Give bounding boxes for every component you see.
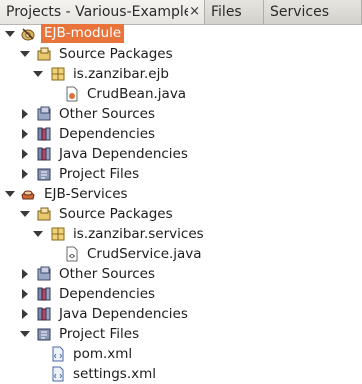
tree-node-label: is.zanzibar.ejb [73,66,169,82]
tree-node-label: Project Files [59,166,140,182]
expand-toggle-icon[interactable] [33,71,43,77]
expand-toggle-icon[interactable] [33,231,43,237]
package-icon [51,67,65,81]
tab-files[interactable]: Files [205,0,264,24]
collapse-toggle-icon[interactable] [22,149,28,159]
source-packages-icon [37,47,51,61]
collapse-toggle-icon[interactable] [22,169,28,179]
tree-node-label: pom.xml [73,346,133,362]
tree-node-label: EJB-Services [44,186,128,202]
expand-toggle-icon[interactable] [20,211,30,217]
tree-node-label: is.zanzibar.services [73,226,204,242]
tree-node-label: CrudBean.java [87,86,187,102]
collapse-toggle-icon[interactable] [22,269,28,279]
expand-toggle-icon[interactable] [5,191,15,197]
ejb-module-icon [21,28,35,41]
collapse-toggle-icon[interactable] [22,109,28,119]
tree-node-label: EJB-module [41,24,125,43]
ejb-services-icon [21,190,35,200]
library-icon [37,307,51,321]
expand-toggle-icon[interactable] [5,31,15,37]
library-icon [37,287,51,301]
close-tab-icon[interactable]: × [189,0,200,24]
library-icon [37,127,51,141]
tree-node-label: CrudService.java [87,246,202,262]
expand-toggle-icon[interactable] [20,51,30,57]
tree-node-label: settings.xml [73,366,157,382]
tab-projects-label: Projects - Various-Examples [6,4,188,20]
tree-node-label: Java Dependencies [59,306,188,322]
tree-node-label: Source Packages [59,206,173,222]
tree-node-label: Dependencies [59,126,156,142]
tree-node-label: Project Files [59,326,140,342]
project-files-icon [37,328,51,341]
java-bean-file-icon [66,86,78,102]
collapse-toggle-icon[interactable] [22,309,28,319]
tree-node-label: Other Sources [59,106,156,122]
xml-file-icon [52,366,64,382]
library-icon [37,147,51,161]
other-sources-icon [37,106,51,121]
tab-services[interactable]: Services [264,0,362,24]
tree-node-label: Dependencies [59,286,156,302]
tab-bar: Projects - Various-Examples × Files Serv… [0,0,362,25]
other-sources-icon [37,266,51,281]
collapse-toggle-icon[interactable] [22,129,28,139]
project-files-icon [37,168,51,181]
tree-node-label: Source Packages [59,46,173,62]
java-interface-file-icon [66,246,78,262]
expand-toggle-icon[interactable] [20,331,30,337]
tree-node-label: Other Sources [59,266,156,282]
tab-services-label: Services [270,4,330,20]
source-packages-icon [37,207,51,221]
xml-file-icon [52,346,64,362]
package-icon [51,227,65,241]
tab-projects[interactable]: Projects - Various-Examples × [0,0,205,24]
tab-files-label: Files [211,4,242,20]
tree-node-label: Java Dependencies [59,146,188,162]
collapse-toggle-icon[interactable] [22,289,28,299]
